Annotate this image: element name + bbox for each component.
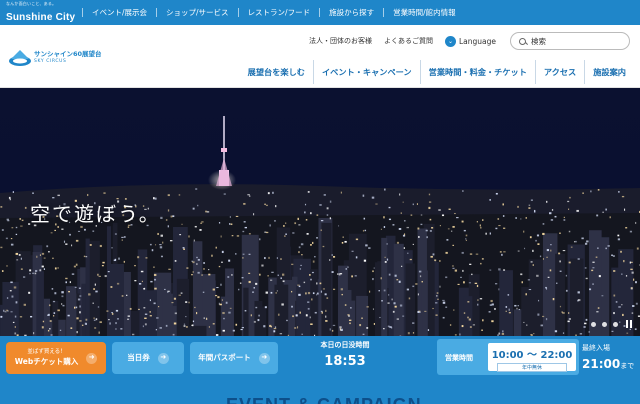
global-nav-facilities[interactable]: 施設から探す [319,8,383,17]
nav-enjoy[interactable]: 展望台を楽しむ [240,60,313,84]
global-nav-shops[interactable]: ショップ/サービス [156,8,238,17]
corporate-link[interactable]: 法人・団体のお客様 [309,36,372,46]
brand-name: Sunshine City [6,12,76,23]
pause-icon[interactable] [626,320,632,328]
logo-subtitle: SKY CIRCUS [34,59,67,64]
annual-pass-button[interactable]: 年間パスポート ➜ [190,342,278,374]
event-campaign-section: EVENT & CAMPAIGN [0,382,640,404]
slider-controls [591,320,632,328]
sameday-ticket-button[interactable]: 当日券 ➜ [112,342,184,374]
hero-headline: 空で遊ぼう。 [30,202,161,226]
slide-dot[interactable] [591,321,596,327]
arrow-right-icon: ➜ [258,352,270,364]
logo-title: サンシャイン60展望台 [34,50,102,58]
section-heading: EVENT & CAMPAIGN [226,395,422,404]
hero-slideshow: 空で遊ぼう。 [0,88,640,336]
sameday-label: 当日券 [127,352,150,362]
hours-time: 10:00 〜 22:00 [491,350,573,361]
sunset-label: 本日の日没時間 [320,341,370,349]
sunset-info: 本日の日没時間 18:53 [290,340,400,369]
global-header: なんか面白いこと、ある。 Sunshine City イベント/展示会 ショップ… [0,0,640,25]
last-entry-value: 21:00 [582,357,621,371]
global-nav-hours[interactable]: 営業時間/館内情報 [383,8,465,17]
search-placeholder: 検索 [531,36,546,46]
faq-link[interactable]: よくあるご質問 [384,36,433,46]
nav-hours-tickets[interactable]: 営業時間・料金・チケット [419,60,535,84]
arrow-right-icon: ➜ [86,352,98,364]
utility-links: 法人・団体のお客様 よくあるご質問 ⌄ Language 検索 [309,31,630,51]
site-header: サンシャイン60展望台 SKY CIRCUS 法人・団体のお客様 よくあるご質問… [0,25,640,88]
web-ticket-label: Webチケット購入 [14,356,79,366]
global-nav: イベント/展示会 ショップ/サービス レストラン/フード 施設から探す 営業時間… [82,8,465,17]
hours-closed-note: 年中無休 [497,363,567,372]
nav-facilities[interactable]: 施設案内 [584,60,634,84]
hours-box: 10:00 〜 22:00 年中無休 [488,343,576,372]
brand-tagline: なんか面白いこと、ある。 [6,1,57,6]
web-ticket-button[interactable]: 並ばず買える！ Webチケット購入 ➜ [6,342,106,374]
sky-circus-logo[interactable]: サンシャイン60展望台 SKY CIRCUS [8,43,118,83]
nav-access[interactable]: アクセス [534,60,584,84]
slide-dot[interactable] [602,321,607,327]
opening-hours: 営業時間 10:00 〜 22:00 年中無休 [437,339,579,375]
last-entry-suffix: まで [620,362,635,370]
slide-dot[interactable] [613,321,618,327]
hours-label: 営業時間 [445,354,473,362]
nav-events[interactable]: イベント・キャンペーン [312,60,420,84]
web-ticket-sub: 並ばず買える！ [27,349,66,356]
sunshine-city-logo[interactable]: なんか面白いこと、ある。 Sunshine City [0,2,82,23]
main-nav: 展望台を楽しむ イベント・キャンペーン 営業時間・料金・チケット アクセス 施設… [240,60,634,84]
last-entry-label: 最終入場 [582,344,610,352]
language-selector[interactable]: ⌄ Language [444,35,496,47]
chevron-down-icon: ⌄ [444,35,456,47]
last-entry: 最終入場 21:00まで [582,343,640,371]
search-icon [519,37,526,45]
search-input[interactable]: 検索 [510,32,630,50]
last-entry-time: 21:00まで [582,357,640,371]
global-nav-restaurants[interactable]: レストラン/フード [237,8,320,17]
language-label: Language [458,36,496,46]
arrow-right-icon: ➜ [157,352,169,364]
observatory-icon [9,50,31,66]
sunset-time: 18:53 [324,354,366,369]
annual-label: 年間パスポート [198,352,251,362]
global-nav-events[interactable]: イベント/展示会 [82,8,156,17]
info-bar: 並ばず買える！ Webチケット購入 ➜ 当日券 ➜ 年間パスポート ➜ 本日の日… [0,336,640,382]
